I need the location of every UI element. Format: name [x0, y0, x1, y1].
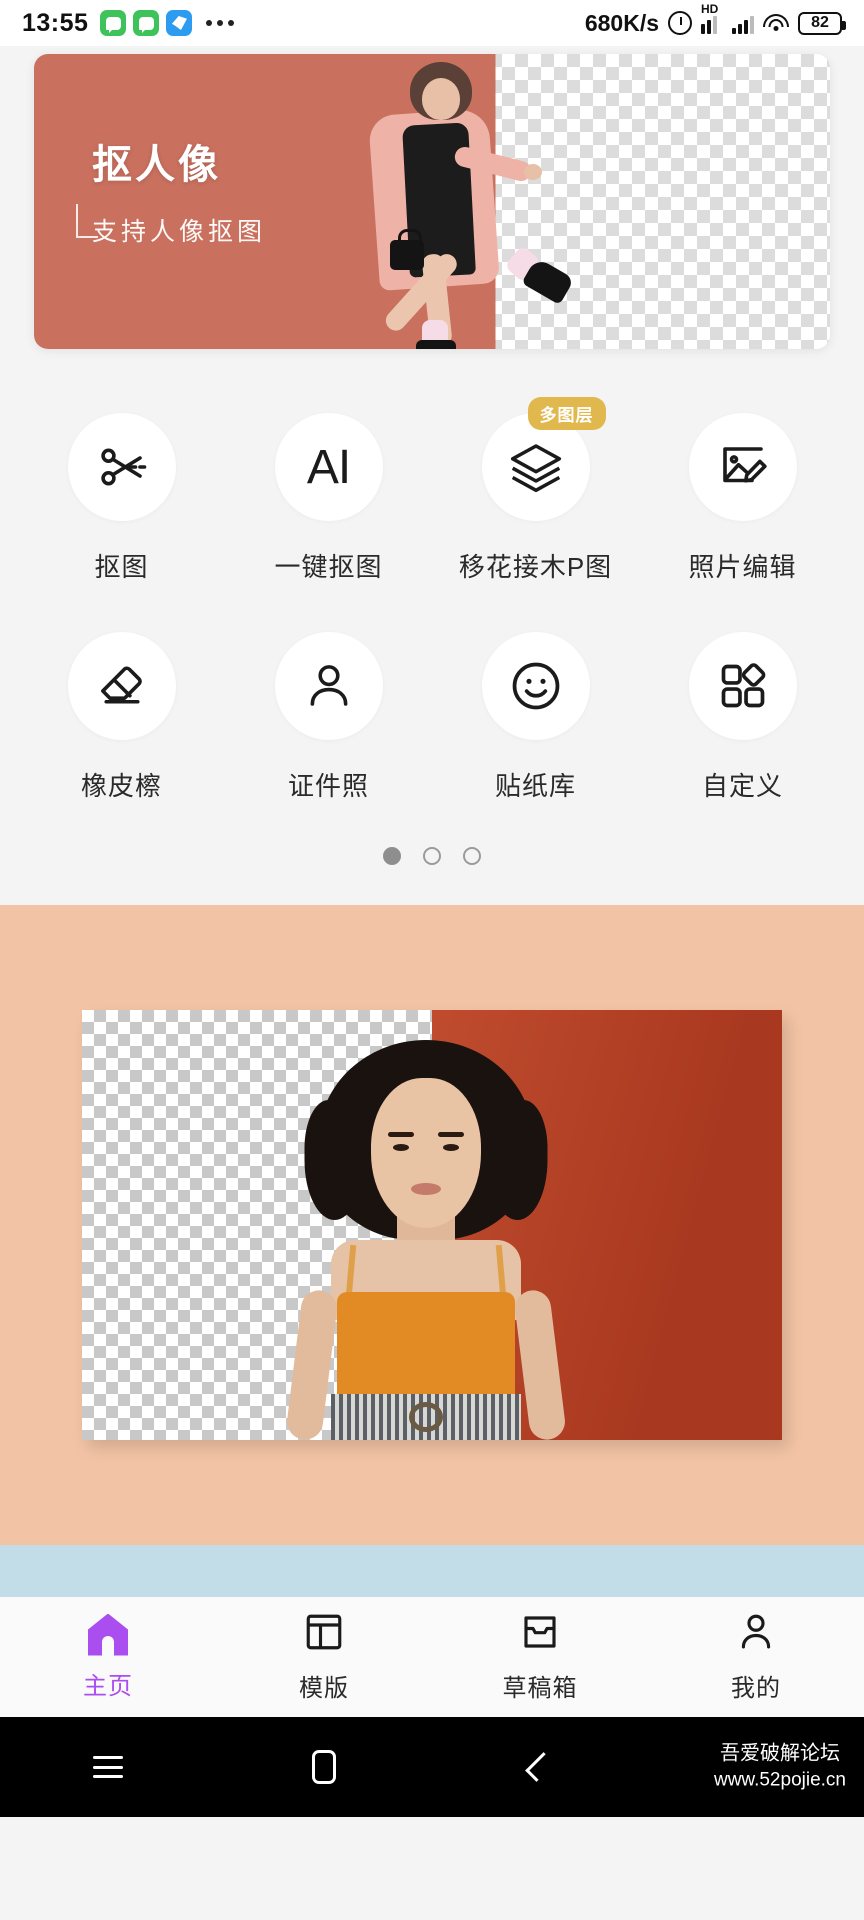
page-dot[interactable] — [463, 847, 481, 865]
system-navigation-bar: 吾爱破解论坛 www.52pojie.cn — [0, 1717, 864, 1817]
banner-subtitle: 支持人像抠图 — [92, 218, 267, 246]
banner-corner-decoration — [76, 204, 98, 238]
feature-label: 贴纸库 — [494, 771, 576, 801]
person-icon[interactable] — [274, 632, 383, 740]
banner-model-image — [334, 54, 664, 349]
battery-level: 82 — [811, 14, 829, 31]
tab-mine[interactable]: 我的 — [648, 1611, 864, 1703]
phone-screen: 13:55 680K/s HD 82 抠人像 支持人像抠图 抠图 AI 一键抠图… — [0, 0, 864, 1920]
multi-layer-badge: 多图层 — [527, 397, 606, 430]
ai-glyph: AI — [306, 440, 351, 494]
user-icon — [735, 1611, 777, 1658]
feature-photo-edit[interactable]: 照片编辑 — [639, 413, 846, 584]
feature-custom[interactable]: 自定义 — [639, 632, 846, 803]
watermark-line-2: www.52pojie.cn — [713, 1769, 846, 1791]
banner-carousel[interactable]: 抠人像 支持人像抠图 — [0, 46, 864, 349]
wifi-icon — [763, 13, 789, 33]
battery-icon: 82 — [798, 11, 846, 35]
shapes-grid-icon[interactable] — [688, 632, 797, 740]
page-dot[interactable] — [423, 847, 441, 865]
hd-label: HD — [701, 2, 719, 16]
feature-label: 一键抠图 — [274, 552, 383, 582]
cutout-demo-image[interactable] — [82, 1010, 782, 1440]
smiley-icon[interactable] — [481, 632, 590, 740]
tab-label: 主页 — [83, 1672, 133, 1700]
feature-graft-photo[interactable]: 多图层 移花接木P图 — [432, 397, 639, 584]
bird-app-icon — [166, 10, 193, 36]
watermark-line-1: 吾爱破解论坛 — [719, 1742, 840, 1765]
signal-hd-icon: HD — [701, 2, 723, 34]
nav-menu-button[interactable] — [0, 1756, 216, 1778]
feature-id-photo[interactable]: 证件照 — [225, 632, 432, 803]
tab-label: 模版 — [299, 1675, 349, 1702]
status-bar: 13:55 680K/s HD 82 — [0, 0, 864, 46]
layout-icon — [303, 1611, 345, 1658]
page-indicator[interactable] — [0, 803, 864, 905]
feature-label: 橡皮檫 — [80, 771, 162, 801]
feature-one-click-cutout[interactable]: AI 一键抠图 — [225, 413, 432, 584]
watermark: 吾爱破解论坛 www.52pojie.cn — [714, 1741, 846, 1794]
feature-label: 移花接木P图 — [458, 552, 613, 582]
tab-home[interactable]: 主页 — [0, 1613, 216, 1701]
page-dot-active[interactable] — [383, 847, 401, 865]
status-app-icons — [100, 10, 193, 36]
accent-strip — [0, 1545, 864, 1597]
alarm-icon — [668, 11, 692, 35]
feature-label: 照片编辑 — [688, 552, 797, 582]
network-speed: 680K/s — [584, 9, 659, 36]
ai-text-icon[interactable]: AI — [274, 413, 383, 521]
back-chevron-icon — [525, 1752, 555, 1782]
feature-label: 抠图 — [94, 552, 149, 582]
photo-edit-icon[interactable] — [688, 413, 797, 521]
menu-icon — [93, 1756, 123, 1778]
showcase-section[interactable] — [0, 905, 864, 1545]
feature-grid-section: 抠图 AI 一键抠图 多图层 移花接木P图 照片编辑 橡皮檫 证件照 贴纸库 自… — [0, 349, 864, 803]
status-right-cluster: 680K/s HD 82 — [584, 2, 846, 37]
feature-label: 自定义 — [701, 771, 783, 801]
home-icon — [88, 1613, 128, 1656]
more-apps-indicator — [206, 20, 235, 26]
banner-title: 抠人像 — [92, 143, 221, 187]
eraser-icon[interactable] — [67, 632, 176, 740]
banner-slide[interactable]: 抠人像 支持人像抠图 — [34, 54, 830, 349]
scissors-icon[interactable] — [67, 413, 176, 521]
home-square-icon — [312, 1750, 336, 1784]
feature-cutout[interactable]: 抠图 — [18, 413, 225, 584]
feature-grid: 抠图 AI 一键抠图 多图层 移花接木P图 照片编辑 橡皮檫 证件照 贴纸库 自… — [18, 397, 846, 803]
feature-sticker-library[interactable]: 贴纸库 — [432, 632, 639, 803]
nav-back-button[interactable] — [432, 1752, 648, 1782]
bottom-tab-bar: 主页 模版 草稿箱 我的 — [0, 1597, 864, 1717]
feature-eraser[interactable]: 橡皮檫 — [18, 632, 225, 803]
inbox-icon — [519, 1611, 561, 1658]
status-time: 13:55 — [22, 8, 89, 37]
nav-home-button[interactable] — [216, 1750, 432, 1784]
tab-templates[interactable]: 模版 — [216, 1611, 432, 1703]
banner-text: 抠人像 支持人像抠图 — [92, 132, 266, 248]
message-icon — [133, 10, 160, 36]
feature-label: 证件照 — [287, 771, 369, 801]
signal-icon — [732, 12, 754, 34]
tab-drafts[interactable]: 草稿箱 — [432, 1611, 648, 1703]
tab-label: 草稿箱 — [502, 1675, 578, 1702]
tab-label: 我的 — [731, 1675, 781, 1702]
message-icon — [100, 10, 127, 36]
demo-person — [276, 1040, 576, 1440]
